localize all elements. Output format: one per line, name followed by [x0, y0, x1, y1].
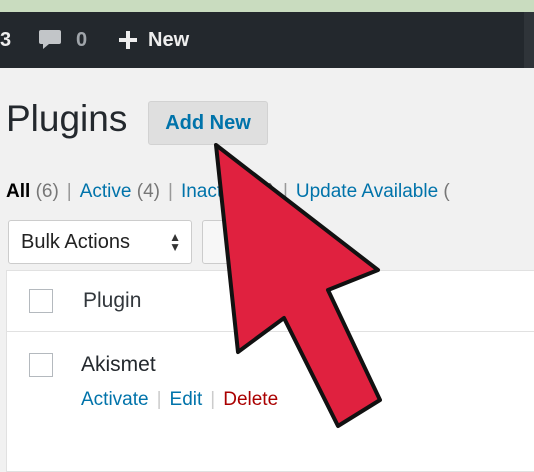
add-new-button[interactable]: Add New: [148, 101, 268, 145]
filter-inactive[interactable]: Inactive (2): [181, 181, 275, 202]
action-separator: |: [156, 389, 162, 410]
plugin-status-filters: All (6) | Active (4) | Inactive (2) | Update A…: [6, 181, 450, 203]
table-header: Plugin: [7, 271, 534, 332]
updates-count[interactable]: 3: [0, 12, 14, 68]
filter-update-available[interactable]: Update Available (: [296, 181, 450, 202]
admin-bar-edge: [524, 12, 534, 68]
plus-icon: [119, 31, 137, 49]
comments-menu[interactable]: 0: [38, 12, 87, 68]
new-label: New: [148, 28, 190, 51]
select-arrows-icon: ▲ ▼: [169, 230, 181, 254]
apply-button[interactable]: [202, 220, 262, 264]
comments-count: 0: [76, 28, 88, 51]
filter-all[interactable]: All (6): [6, 181, 59, 202]
admin-bar: 3 0 New: [0, 12, 534, 68]
plugins-table: Plugin Akismet Activate | Edit | Delete: [6, 270, 534, 472]
row-actions: Activate | Edit | Delete: [81, 389, 278, 411]
bulk-actions-select[interactable]: Bulk Actions ▲ ▼: [8, 220, 192, 264]
column-header-plugin: Plugin: [83, 289, 142, 312]
activate-link[interactable]: Activate: [81, 389, 149, 410]
delete-link[interactable]: Delete: [223, 389, 278, 410]
row-checkbox[interactable]: [29, 353, 53, 377]
filter-separator: |: [282, 181, 288, 202]
page-title: Plugins: [6, 98, 128, 139]
bulk-actions-value: Bulk Actions: [21, 230, 130, 253]
edit-link[interactable]: Edit: [170, 389, 203, 410]
select-all-checkbox[interactable]: [29, 289, 53, 313]
plugin-name: Akismet: [81, 353, 156, 376]
filter-separator: |: [66, 181, 72, 202]
action-separator: |: [210, 389, 216, 410]
new-content-menu[interactable]: New: [118, 12, 189, 68]
filter-separator: |: [168, 181, 173, 202]
top-strip: [0, 0, 534, 12]
filter-active[interactable]: Active (4): [80, 181, 160, 202]
comment-bubble-icon: [39, 30, 61, 49]
